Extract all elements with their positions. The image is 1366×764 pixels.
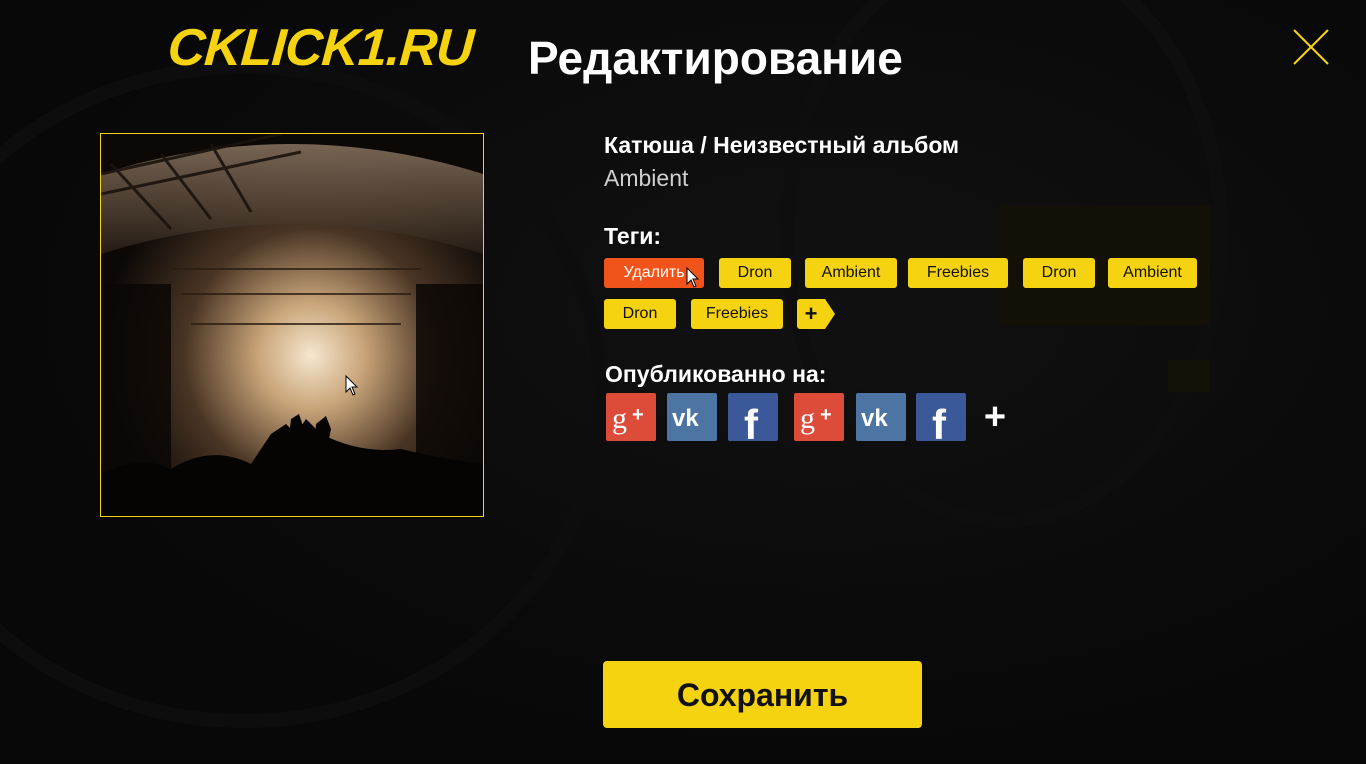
tag-item[interactable]: Freebies — [691, 299, 783, 329]
facebook-icon: f — [932, 401, 947, 441]
svg-text:g: g — [612, 402, 627, 435]
tags-label: Теги: — [604, 223, 662, 249]
site-logo[interactable]: CKLICK1.RU — [166, 19, 475, 77]
google-plus-icon: g + — [612, 402, 644, 435]
vk-button[interactable]: vk — [667, 393, 717, 441]
track-genre: Ambient — [604, 165, 689, 191]
tag-item[interactable]: Dron — [604, 299, 676, 329]
facebook-button[interactable]: f — [728, 393, 778, 441]
svg-text:g: g — [800, 402, 815, 435]
tag-item[interactable]: Ambient — [1108, 258, 1197, 288]
published-label: Опубликованно на: — [605, 361, 827, 387]
close-icon — [1293, 29, 1329, 65]
concert-photo — [101, 134, 483, 516]
svg-text:+: + — [820, 404, 832, 426]
google-plus-button[interactable]: g + — [606, 393, 656, 441]
modal-title: Редактирование — [528, 32, 903, 84]
tag-item[interactable]: Freebies — [908, 258, 1008, 288]
google-plus-button[interactable]: g + — [794, 393, 844, 441]
add-service-button[interactable]: + — [980, 398, 1010, 436]
svg-text:vk: vk — [672, 405, 699, 432]
track-title: Катюша / Неизвестный альбом — [604, 132, 960, 158]
tag-item[interactable]: Ambient — [805, 258, 897, 288]
save-button[interactable]: Сохранить — [603, 661, 922, 728]
svg-text:vk: vk — [861, 405, 888, 432]
vk-button[interactable]: vk — [856, 393, 906, 441]
svg-text:f: f — [744, 401, 759, 441]
tag-delete-button[interactable]: Удалить — [604, 258, 704, 288]
google-plus-icon: g + — [800, 402, 832, 435]
facebook-icon: f — [744, 401, 759, 441]
vk-icon: vk — [672, 405, 699, 432]
facebook-button[interactable]: f — [916, 393, 966, 441]
tag-item[interactable]: Dron — [719, 258, 791, 288]
svg-text:f: f — [932, 401, 947, 441]
vk-icon: vk — [861, 405, 888, 432]
add-tag-button[interactable]: + — [797, 299, 835, 329]
cover-image[interactable] — [100, 133, 484, 517]
close-button[interactable] — [1292, 28, 1330, 66]
edit-modal: CKLICK1.RU Редактирование Катюша / Неизв… — [0, 0, 1366, 764]
svg-text:+: + — [632, 404, 644, 426]
tag-item[interactable]: Dron — [1023, 258, 1095, 288]
